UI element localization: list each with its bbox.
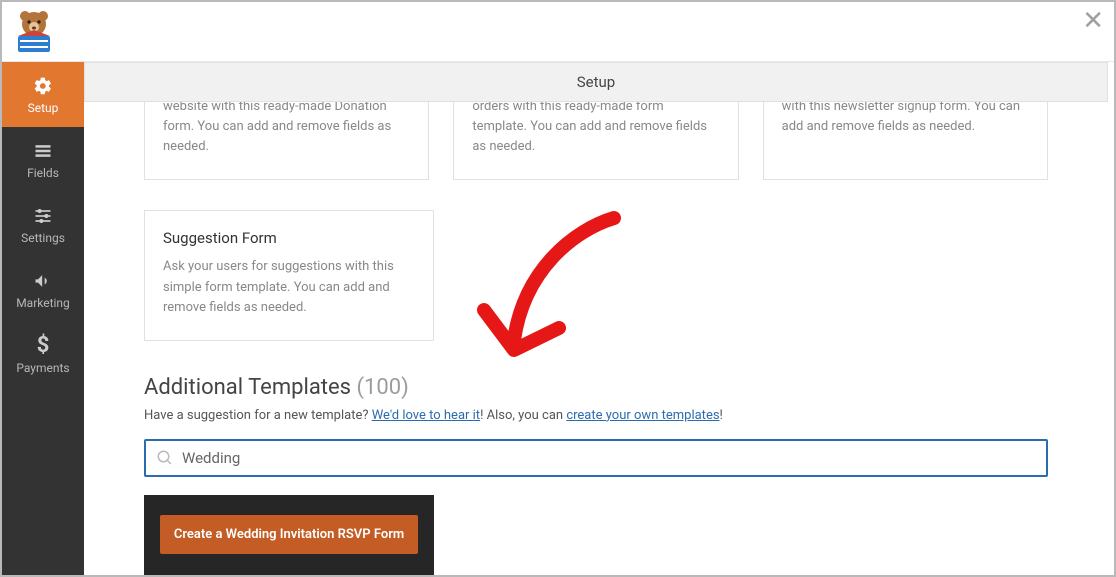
- sidebar-item-fields[interactable]: Fields: [2, 127, 84, 192]
- template-desc: Ask your users for suggestions with this…: [163, 257, 415, 317]
- search-input[interactable]: [182, 449, 1036, 467]
- search-icon: [156, 449, 174, 467]
- tab-label: Setup: [577, 73, 615, 91]
- section-subtext: Have a suggestion for a new template? We…: [144, 408, 1048, 423]
- template-card[interactable]: orders with this ready-made form templat…: [453, 102, 738, 180]
- list-icon: [33, 140, 53, 162]
- sidebar-item-label: Setup: [28, 101, 59, 115]
- template-card[interactable]: website with this ready-made Donation fo…: [144, 102, 429, 180]
- bullhorn-icon: [33, 270, 53, 292]
- template-count: (100): [356, 375, 408, 400]
- template-card-suggestion[interactable]: Suggestion Form Ask your users for sugge…: [144, 210, 434, 340]
- create-template-button[interactable]: Create a Wedding Invitation RSVP Form: [160, 515, 418, 554]
- template-desc: website with this ready-made Donation fo…: [163, 102, 410, 157]
- sidebar-item-label: Payments: [16, 361, 69, 375]
- sidebar-item-marketing[interactable]: Marketing: [2, 257, 84, 322]
- section-title: Additional Templates (100): [144, 375, 1048, 400]
- template-card[interactable]: with this newsletter signup form. You ca…: [763, 102, 1048, 180]
- link-suggest-template[interactable]: We'd love to hear it: [372, 408, 480, 423]
- template-desc: orders with this ready-made form templat…: [472, 102, 719, 157]
- template-desc: with this newsletter signup form. You ca…: [782, 102, 1029, 137]
- link-create-own-templates[interactable]: create your own templates: [566, 408, 719, 423]
- sidebar-item-label: Settings: [21, 231, 65, 245]
- sidebar-item-label: Marketing: [16, 296, 70, 310]
- tab-setup[interactable]: Setup: [84, 62, 1108, 102]
- sidebar-item-label: Fields: [27, 166, 59, 180]
- sidebar-item-payments[interactable]: $ Payments: [2, 322, 84, 387]
- sidebar: Setup Fields Settings Marketing $ Paymen…: [2, 62, 84, 575]
- template-title: Suggestion Form: [163, 229, 415, 247]
- sidebar-item-setup[interactable]: Setup: [2, 62, 84, 127]
- dollar-icon: $: [37, 335, 50, 357]
- sidebar-item-settings[interactable]: Settings: [2, 192, 84, 257]
- template-search[interactable]: [144, 439, 1048, 477]
- sliders-icon: [33, 205, 53, 227]
- close-icon[interactable]: ✕: [1082, 6, 1104, 36]
- gear-icon: [33, 75, 53, 97]
- app-logo: [8, 6, 60, 58]
- template-result-card[interactable]: Create a Wedding Invitation RSVP Form: [144, 495, 434, 575]
